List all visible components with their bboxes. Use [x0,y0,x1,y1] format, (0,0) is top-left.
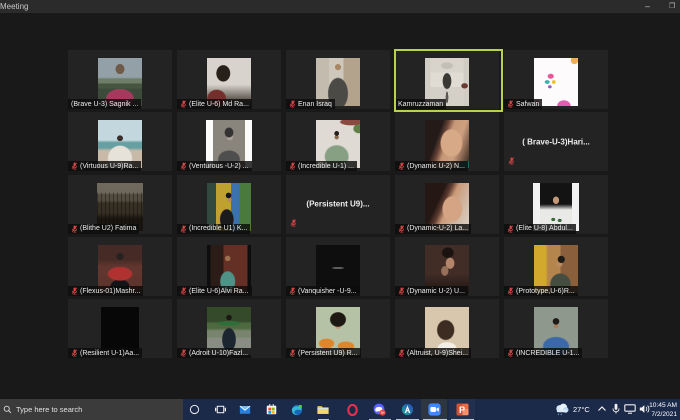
svg-text:9+: 9+ [380,411,384,415]
svg-text:P: P [459,405,465,415]
